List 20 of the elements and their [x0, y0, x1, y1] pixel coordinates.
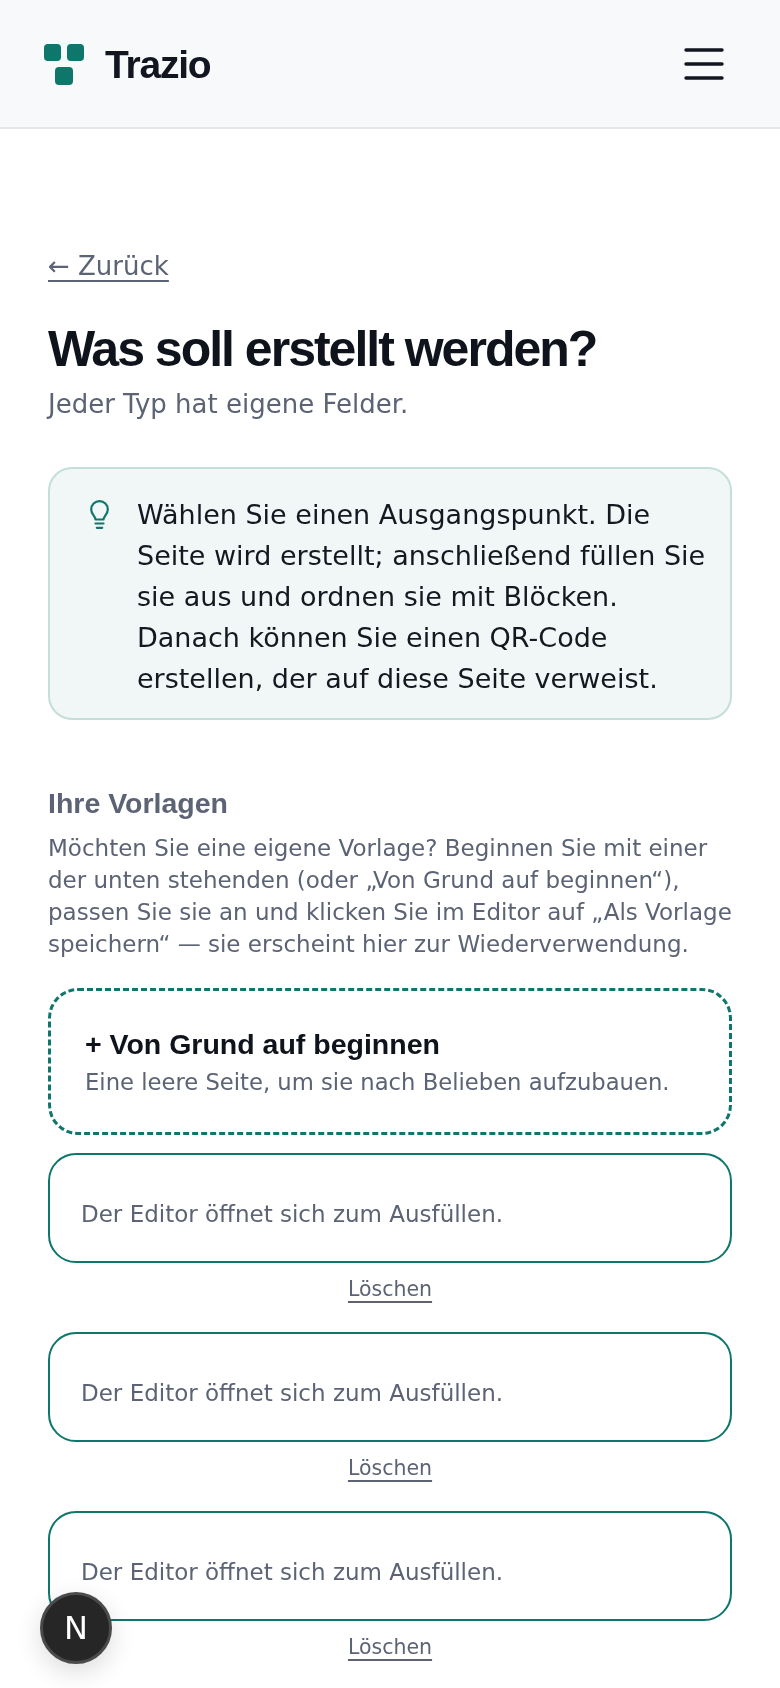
page-title: Was soll erstellt werden?	[48, 321, 598, 377]
delete-link[interactable]: Löschen	[347, 1454, 433, 1482]
blank-page-description: Eine leere Seite, um sie nach Belieben aufzubauen.	[85, 1068, 671, 1097]
delete-link[interactable]: Löschen	[347, 1275, 433, 1303]
tip-text: Wählen Sie einen Ausgangspunkt. Die Seite wird erstellt; anschließend füllen Sie sie aus und ordnen sie mit Blöcken. Danach können Sie einen QR-Code erstellen, der auf diese Seite verweist.	[137, 498, 707, 696]
home-link[interactable]: Trazio	[44, 40, 211, 87]
menu-icon	[684, 47, 724, 80]
blank-page-card[interactable]: + Von Grund auf beginnen Eine leere Seite, um sie nach Belieben aufzubauen.	[48, 988, 732, 1135]
logo-icon	[44, 44, 85, 85]
delete-link[interactable]: Löschen	[347, 1633, 433, 1661]
blank-page-title: + Von Grund auf beginnen	[85, 1027, 441, 1061]
back-link[interactable]: ← Zurück	[48, 249, 169, 283]
menu-button[interactable]	[684, 47, 724, 80]
dev-tools-button[interactable]: N	[40, 1592, 112, 1664]
section-description: Möchten Sie eine eigene Vorlage? Beginnen Sie mit einer der unten stehenden (oder „Von Grund auf beginnen“), passen Sie sie an und klicken Sie im Editor auf „Als Vorlage speichern“ — sie erscheint hier zur Wiederverwendung.	[48, 834, 732, 959]
lightbulb-icon	[90, 500, 109, 530]
template-card[interactable]: Der Editor öffnet sich zum Ausfüllen.	[48, 1153, 732, 1263]
template-card[interactable]: Der Editor öffnet sich zum Ausfüllen.	[48, 1332, 732, 1442]
section-heading: Ihre Vorlagen	[48, 786, 230, 820]
page-subtitle: Jeder Typ hat eigene Felder.	[48, 388, 410, 421]
